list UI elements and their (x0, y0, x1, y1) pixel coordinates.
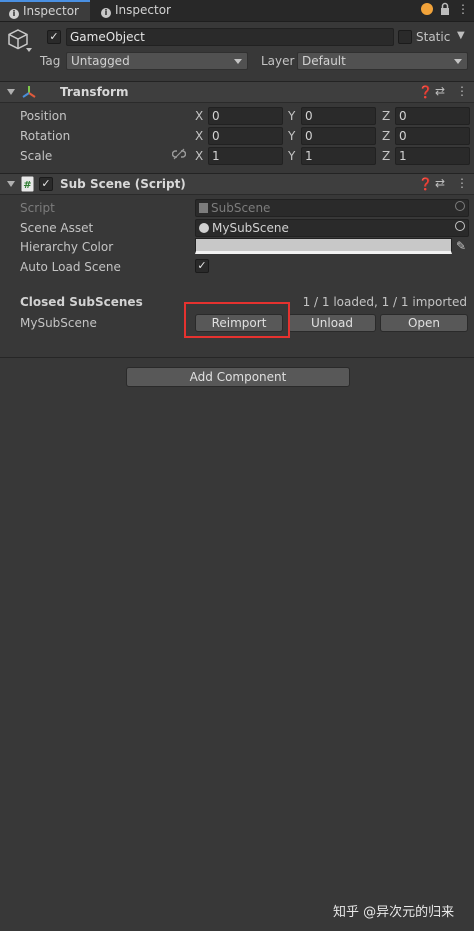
info-icon: i (101, 8, 111, 18)
chevron-down-icon (234, 59, 242, 64)
scene-asset-value: MySubScene (212, 221, 289, 235)
static-label: Static (416, 30, 451, 44)
help-icon[interactable]: ❓ (418, 177, 433, 191)
unload-button[interactable]: Unload (288, 314, 376, 332)
static-dropdown-icon[interactable]: ▼ (457, 30, 465, 41)
notification-icon[interactable] (421, 3, 433, 15)
tab-inspector-active[interactable]: i Inspector (0, 0, 90, 21)
scene-asset-label: Scene Asset (20, 221, 94, 235)
tag-dropdown[interactable]: Untagged (66, 52, 248, 70)
watermark-text: 知乎 @异次元的归来 (333, 905, 455, 920)
position-x-label: X (195, 109, 204, 123)
add-component-button[interactable]: Add Component (126, 367, 350, 387)
scale-y-label: Y (288, 149, 296, 163)
lock-icon[interactable] (440, 2, 450, 19)
position-z-input[interactable]: 0 (395, 107, 470, 125)
rotation-z-input[interactable]: 0 (395, 127, 470, 145)
rotation-x-label: X (195, 129, 204, 143)
info-icon: i (9, 9, 19, 19)
preset-icon[interactable]: ⇄ (435, 176, 445, 190)
position-y-input[interactable]: 0 (301, 107, 376, 125)
rotation-label: Rotation (20, 129, 71, 143)
scale-x-input[interactable]: 1 (208, 147, 283, 165)
scale-label: Scale (20, 149, 53, 163)
position-z-label: Z (382, 109, 391, 123)
chevron-down-icon (454, 59, 462, 64)
more-icon[interactable]: ⋮ (456, 84, 468, 98)
preset-icon[interactable]: ⇄ (435, 84, 445, 98)
tag-label: Tag (40, 54, 61, 68)
more-options-icon[interactable]: ⋮ (457, 2, 469, 16)
svg-text:#: # (23, 180, 31, 191)
script-file-icon: # (21, 176, 34, 195)
script-label: Script (20, 201, 55, 215)
subscene-title: Sub Scene (Script) (60, 177, 186, 191)
subscene-item-name: MySubScene (20, 316, 97, 330)
constrain-proportions-icon[interactable] (171, 148, 187, 163)
layer-value: Default (302, 54, 346, 68)
eyedropper-icon[interactable]: ✎ (456, 239, 466, 253)
unity-scene-icon (199, 223, 209, 233)
help-icon[interactable]: ❓ (418, 85, 433, 99)
layer-dropdown[interactable]: Default (297, 52, 468, 70)
object-name-input[interactable]: GameObject (66, 28, 394, 46)
scale-z-input[interactable]: 1 (395, 147, 470, 165)
transform-icon (21, 84, 37, 103)
subscene-foldout-icon[interactable] (7, 181, 15, 187)
rotation-y-label: Y (288, 129, 296, 143)
tab-label: Inspector (23, 4, 79, 18)
auto-load-label: Auto Load Scene (20, 260, 121, 274)
highlight-annotation-box (184, 302, 290, 338)
layer-label: Layer (261, 54, 295, 68)
component-separator (0, 357, 474, 358)
script-value: SubScene (211, 201, 271, 215)
tab-label: Inspector (115, 3, 171, 17)
rotation-z-label: Z (382, 129, 391, 143)
transform-title: Transform (60, 85, 129, 99)
scale-z-label: Z (382, 149, 391, 163)
object-picker-icon (455, 201, 465, 211)
tab-inspector[interactable]: i Inspector (92, 0, 171, 21)
rotation-y-input[interactable]: 0 (301, 127, 376, 145)
auto-load-checkbox[interactable]: ✓ (195, 259, 209, 273)
scale-x-label: X (195, 149, 204, 163)
static-checkbox[interactable] (398, 30, 412, 44)
icon-dropdown-arrow[interactable] (26, 48, 32, 52)
position-x-input[interactable]: 0 (208, 107, 283, 125)
hierarchy-color-swatch[interactable] (195, 238, 452, 254)
scale-y-input[interactable]: 1 (301, 147, 376, 165)
closed-subscenes-label: Closed SubScenes (20, 295, 143, 309)
subscene-enabled-checkbox[interactable]: ✓ (39, 177, 53, 191)
open-button[interactable]: Open (380, 314, 468, 332)
rotation-x-input[interactable]: 0 (208, 127, 283, 145)
tag-value: Untagged (71, 54, 130, 68)
subscene-status: 1 / 1 loaded, 1 / 1 imported (302, 295, 467, 309)
position-label: Position (20, 109, 67, 123)
active-checkbox[interactable]: ✓ (47, 30, 61, 44)
more-icon[interactable]: ⋮ (456, 176, 468, 190)
script-asset-icon (199, 203, 208, 213)
position-y-label: Y (288, 109, 296, 123)
object-picker-icon[interactable] (455, 221, 465, 231)
transform-foldout-icon[interactable] (7, 89, 15, 95)
scene-asset-field[interactable]: MySubScene (195, 219, 469, 237)
script-field: SubScene (195, 199, 469, 217)
hierarchy-color-label: Hierarchy Color (20, 240, 114, 254)
